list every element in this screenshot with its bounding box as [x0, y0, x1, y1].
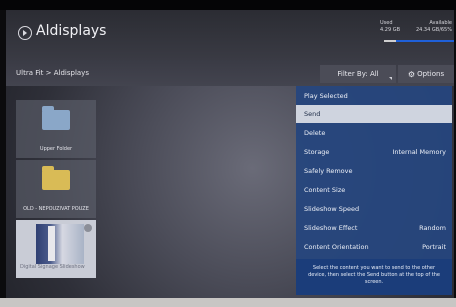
storage-available-label: Available [429, 20, 452, 26]
tile-slideshow[interactable]: Digital Signage Slideshow [16, 220, 96, 278]
tile-label: Digital Signage Slideshow [20, 264, 85, 270]
menu-item-slideshow-effect[interactable]: Slideshow Effect Random [296, 219, 452, 237]
storage-bar [384, 40, 454, 42]
folder-yellow-icon [42, 166, 70, 190]
storage-available: Available 24.34 GB/65% [408, 20, 452, 34]
menu-item-label: Storage [304, 148, 330, 156]
menu-item-label: Delete [304, 129, 326, 137]
tv-bezel-bottom [0, 298, 456, 307]
options-menu: Play Selected Send Delete Storage Intern… [296, 86, 452, 270]
filter-dropdown[interactable]: Filter By: All [320, 65, 396, 83]
menu-item-slideshow-speed[interactable]: Slideshow Speed [296, 200, 452, 218]
menu-item-value: Portrait [422, 243, 446, 251]
menu-item-content-size[interactable]: Content Size [296, 181, 452, 199]
menu-item-send[interactable]: Send [296, 105, 452, 123]
tile-old-folder[interactable]: OLD - NEPOUZIVAT POUZE [16, 160, 96, 218]
menu-item-label: Safely Remove [304, 167, 353, 175]
menu-item-label: Slideshow Effect [304, 224, 358, 232]
tv-bezel-top [0, 0, 456, 10]
menu-item-label: Play Selected [304, 92, 348, 100]
tile-label: Upper Folder [39, 146, 73, 152]
thumbnail [36, 224, 84, 264]
filter-label: Filter By: All [337, 70, 379, 78]
menu-item-label: Slideshow Speed [304, 205, 360, 213]
screen: Aldisplays Used 4.29 GB Available 24.34 … [6, 10, 454, 298]
selection-badge-icon[interactable] [84, 224, 92, 232]
tile-label: OLD - NEPOUZIVAT POUZE [23, 206, 89, 212]
menu-item-play-selected[interactable]: Play Selected [296, 87, 452, 105]
app-title: Aldisplays [36, 23, 107, 39]
menu-item-delete[interactable]: Delete [296, 124, 452, 142]
back-icon[interactable] [18, 26, 32, 40]
storage-used-label: Used [380, 20, 393, 26]
menu-item-safely-remove[interactable]: Safely Remove [296, 162, 452, 180]
storage-available-value: 24.34 GB/65% [415, 27, 452, 33]
menu-item-label: Content Orientation [304, 243, 369, 251]
tile-upper-folder[interactable]: Upper Folder [16, 100, 96, 158]
menu-item-storage[interactable]: Storage Internal Memory [296, 143, 452, 161]
options-label: Options [417, 70, 445, 78]
thumbnail-strip [48, 226, 55, 261]
breadcrumb: Ultra Fit > Aldisplays [16, 69, 89, 77]
menu-item-content-orientation[interactable]: Content Orientation Portrait [296, 238, 452, 256]
menu-item-label: Content Size [304, 186, 346, 194]
options-button[interactable]: ⚙ Options [398, 65, 454, 83]
folder-blue-icon [42, 106, 70, 130]
menu-item-value: Internal Memory [392, 148, 446, 156]
menu-item-value: Random [419, 224, 446, 232]
gear-icon: ⚙ [407, 69, 416, 79]
storage-used-value: 4.29 GB [380, 27, 401, 33]
help-text: Select the content you want to send to t… [296, 259, 452, 295]
menu-item-label: Send [304, 110, 321, 118]
storage-used: Used 4.29 GB [380, 20, 400, 34]
